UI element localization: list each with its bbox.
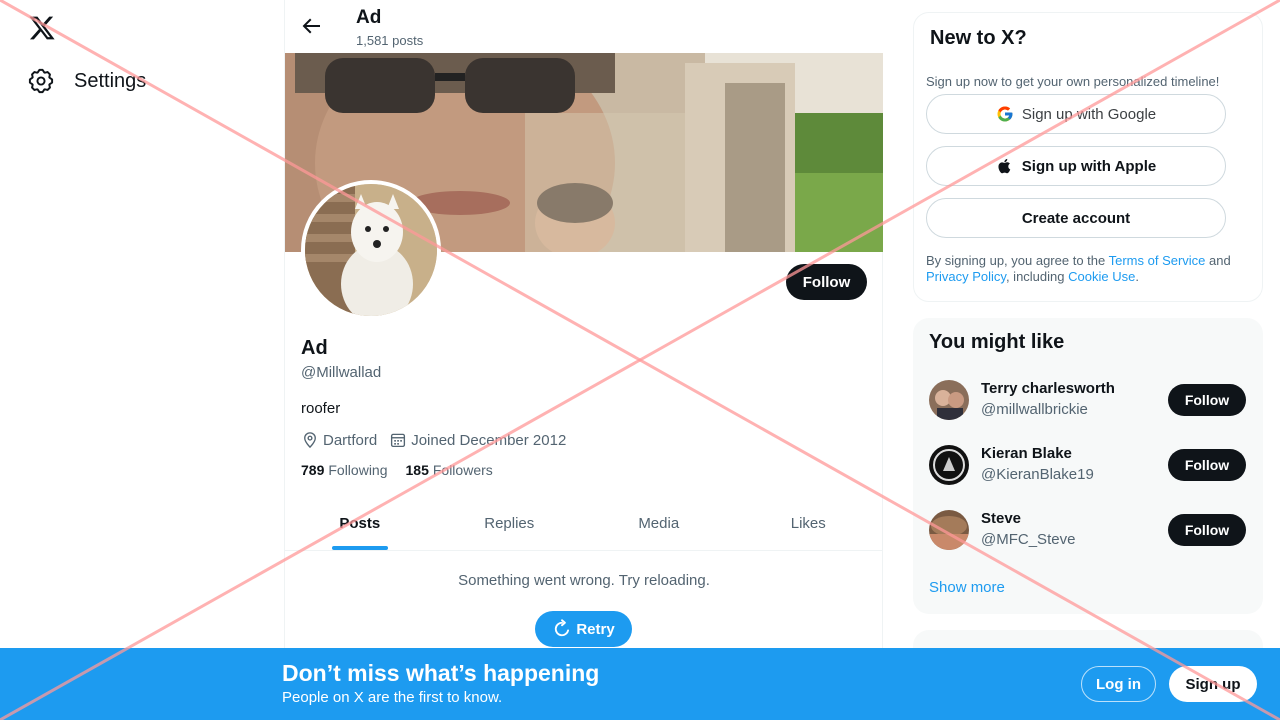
signup-banner: Don’t miss what’s happening People on X … xyxy=(0,648,1280,720)
signup-banner-subtitle: People on X are the first to know. xyxy=(282,689,503,706)
profile-location: Dartford xyxy=(301,431,377,449)
profile-joined: Joined December 2012 xyxy=(389,431,566,449)
suggestion-name: Kieran Blake xyxy=(981,445,1072,462)
followers-label: Followers xyxy=(432,462,493,478)
suggestion-name: Terry charlesworth xyxy=(981,380,1115,397)
profile-joined-text: Joined December 2012 xyxy=(411,431,567,449)
apple-icon xyxy=(998,158,1011,174)
following-label: Following xyxy=(328,462,388,478)
calendar-icon xyxy=(391,433,406,448)
signup-apple-button[interactable]: Sign up with Apple xyxy=(926,146,1226,186)
terms-of-service-link[interactable]: Terms of Service xyxy=(1109,253,1206,268)
tab-likes[interactable]: Likes xyxy=(734,497,884,550)
header-posts-count: 1,581 posts xyxy=(356,33,424,48)
suggestion-follow-button[interactable]: Follow xyxy=(1168,384,1246,416)
google-icon xyxy=(997,106,1013,122)
profile-avatar[interactable] xyxy=(301,180,441,320)
tab-replies[interactable]: Replies xyxy=(435,497,585,550)
profile-header-bar: Ad 1,581 posts xyxy=(285,0,883,53)
suggestion-handle: @millwallbrickie xyxy=(981,401,1088,418)
signup-card-title: New to X? xyxy=(930,27,1027,49)
terms-end: . xyxy=(1135,269,1139,284)
signup-terms: By signing up, you agree to the Terms of… xyxy=(926,253,1246,285)
followers-link[interactable]: 185 Followers xyxy=(406,462,493,478)
suggestion-avatar[interactable] xyxy=(929,445,969,485)
suggestion-item[interactable]: Kieran Blake @KieranBlake19 Follow xyxy=(929,443,1247,487)
nav-settings-label: Settings xyxy=(74,69,147,92)
terms-mid: , including xyxy=(1005,269,1069,284)
profile-column: Ad 1,581 posts Follow Ad @Millwallad roo… xyxy=(284,0,883,720)
follow-button[interactable]: Follow xyxy=(786,264,867,300)
suggestion-follow-button[interactable]: Follow xyxy=(1168,514,1246,546)
terms-and: and xyxy=(1205,253,1231,268)
profile-stats: 789 Following 185 Followers xyxy=(301,462,511,478)
suggestion-item[interactable]: Terry charlesworth @millwallbrickie Foll… xyxy=(929,378,1247,422)
nav-settings[interactable]: Settings xyxy=(28,68,146,94)
cookie-use-link[interactable]: Cookie Use xyxy=(1068,269,1135,284)
suggestion-avatar[interactable] xyxy=(929,380,969,420)
tab-media[interactable]: Media xyxy=(584,497,734,550)
following-link[interactable]: 789 Following xyxy=(301,462,388,478)
suggestion-handle: @KieranBlake19 xyxy=(981,466,1094,483)
retry-label: Retry xyxy=(576,620,615,638)
profile-bio: roofer xyxy=(301,400,341,417)
gear-icon xyxy=(28,68,54,94)
signup-banner-title: Don’t miss what’s happening xyxy=(282,660,600,686)
who-to-follow-card: You might like Terry charlesworth @millw… xyxy=(913,318,1263,614)
signup-button[interactable]: Sign up xyxy=(1169,666,1257,702)
who-to-follow-title: You might like xyxy=(929,331,1065,353)
left-navigation: Settings xyxy=(0,0,284,720)
suggestion-follow-button[interactable]: Follow xyxy=(1168,449,1246,481)
terms-prefix: By signing up, you agree to the xyxy=(926,253,1109,268)
tab-posts[interactable]: Posts xyxy=(285,497,435,550)
login-button[interactable]: Log in xyxy=(1081,666,1156,702)
create-account-button[interactable]: Create account xyxy=(926,198,1226,238)
signup-card-subtitle: Sign up now to get your own personalized… xyxy=(926,74,1220,89)
show-more-link[interactable]: Show more xyxy=(929,579,1005,596)
location-pin-icon xyxy=(304,432,316,449)
profile-handle: @Millwallad xyxy=(301,364,382,381)
signup-card: New to X? Sign up now to get your own pe… xyxy=(913,12,1263,302)
suggestion-avatar[interactable] xyxy=(929,510,969,550)
retry-button[interactable]: Retry xyxy=(535,611,632,647)
signup-google-label: Sign up with Google xyxy=(1021,105,1157,123)
header-profile-name: Ad xyxy=(356,7,382,28)
signup-google-button[interactable]: Sign up with Google xyxy=(926,94,1226,134)
privacy-policy-link[interactable]: Privacy Policy xyxy=(926,269,1006,284)
feed-error-message: Something went wrong. Try reloading. xyxy=(458,572,710,589)
profile-name: Ad xyxy=(301,337,328,359)
signup-apple-label: Sign up with Apple xyxy=(1021,157,1157,175)
retry-icon xyxy=(555,619,570,637)
followers-count: 185 xyxy=(405,462,429,478)
x-logo-icon[interactable] xyxy=(28,14,56,42)
profile-tabs: Posts Replies Media Likes xyxy=(285,497,883,551)
profile-location-text: Dartford xyxy=(323,431,378,449)
suggestion-item[interactable]: Steve @MFC_Steve Follow xyxy=(929,508,1247,552)
suggestion-name: Steve xyxy=(981,510,1022,527)
suggestion-handle: @MFC_Steve xyxy=(981,531,1076,548)
back-arrow-icon[interactable] xyxy=(299,14,323,38)
profile-meta: Dartford Joined December 2012 xyxy=(301,431,578,449)
following-count: 789 xyxy=(301,462,325,478)
